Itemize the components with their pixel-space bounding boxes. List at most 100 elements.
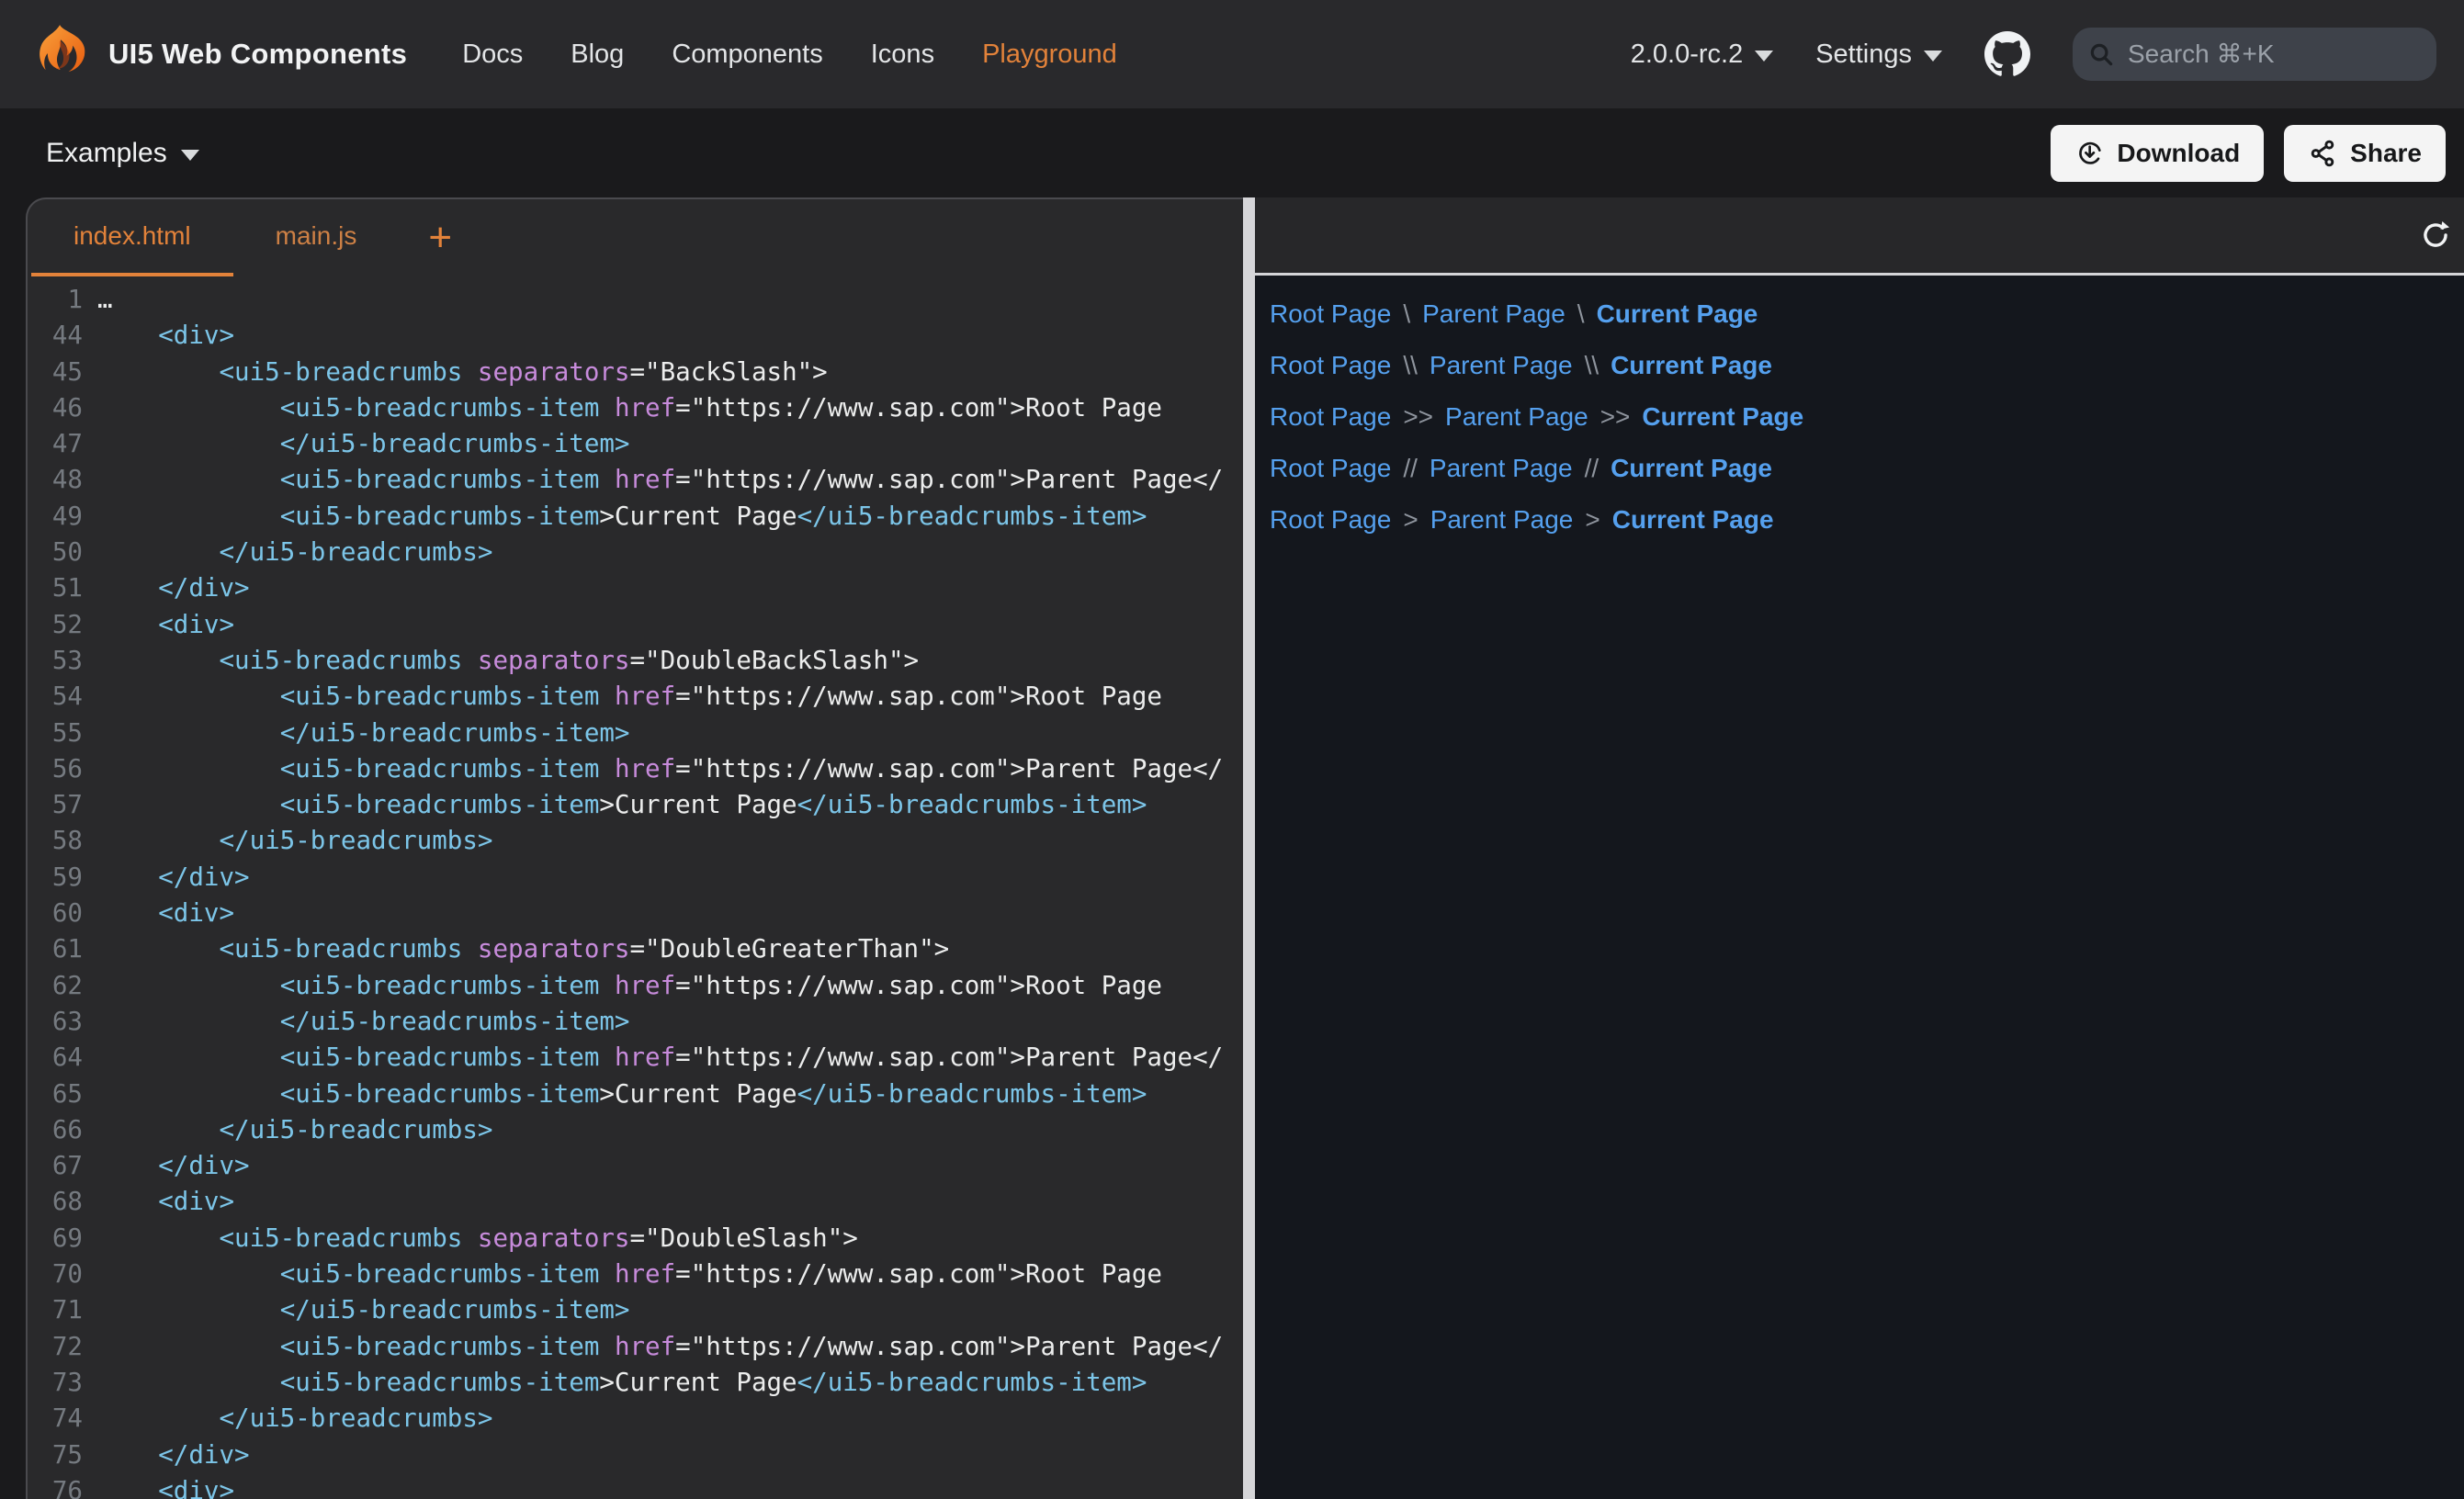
line-number: 62	[28, 968, 83, 1004]
share-button[interactable]: Share	[2284, 125, 2446, 182]
breadcrumb-separator: \	[1577, 299, 1585, 329]
line-number: 61	[28, 931, 83, 967]
code-editor-pane: index.htmlmain.js+ 1…44 <div>45 <ui5-bre…	[26, 197, 1243, 1499]
breadcrumb-separator: \\	[1585, 351, 1599, 380]
line-number: 75	[28, 1437, 83, 1473]
code-line: 57 <ui5-breadcrumbs-item>Current Page</u…	[28, 787, 1243, 823]
nav-item-blog[interactable]: Blog	[571, 39, 624, 70]
line-number: 59	[28, 860, 83, 896]
code-line: 61 <ui5-breadcrumbs separators="DoubleGr…	[28, 931, 1243, 967]
breadcrumb-separator: //	[1585, 454, 1599, 483]
settings-dropdown[interactable]: Settings	[1815, 39, 1942, 70]
breadcrumb-current-page: Current Page	[1642, 402, 1803, 432]
line-number: 72	[28, 1329, 83, 1365]
download-cloud-icon	[2074, 139, 2104, 168]
code-line: 76 <div>	[28, 1473, 1243, 1499]
line-number: 66	[28, 1112, 83, 1148]
examples-dropdown[interactable]: Examples	[46, 138, 199, 169]
version-dropdown[interactable]: 2.0.0-rc.2	[1631, 39, 1774, 70]
line-number: 51	[28, 570, 83, 606]
chevron-down-icon	[181, 150, 199, 161]
playground-main: index.htmlmain.js+ 1…44 <div>45 <ui5-bre…	[0, 197, 2464, 1499]
breadcrumb-separator: //	[1403, 454, 1418, 483]
line-number: 55	[28, 716, 83, 751]
download-label: Download	[2117, 139, 2240, 168]
breadcrumbs-row: Root Page\\Parent Page\\Current Page	[1270, 340, 2464, 391]
github-link[interactable]	[1984, 31, 2030, 77]
brand-home-link[interactable]: UI5 Web Components	[28, 23, 407, 85]
nav-item-playground[interactable]: Playground	[982, 39, 1117, 70]
settings-label: Settings	[1815, 39, 1912, 70]
code-line: 44 <div>	[28, 318, 1243, 354]
breadcrumb-link[interactable]: Parent Page	[1422, 299, 1565, 329]
line-number: 57	[28, 787, 83, 823]
line-number: 48	[28, 462, 83, 498]
code-line: 59 </div>	[28, 860, 1243, 896]
search-input[interactable]	[2126, 39, 2422, 70]
code-line: 60 <div>	[28, 896, 1243, 931]
code-line: 66 </ui5-breadcrumbs>	[28, 1112, 1243, 1148]
breadcrumbs-row: Root Page \ Parent Page \ Current Page	[1270, 288, 2464, 340]
breadcrumb-link[interactable]: Root Page	[1270, 402, 1391, 432]
line-number: 50	[28, 535, 83, 570]
code-line: 72 <ui5-breadcrumbs-item href="https://w…	[28, 1329, 1243, 1365]
tab-index.html[interactable]: index.html	[31, 199, 233, 276]
ui5-phoenix-logo-icon	[28, 23, 90, 85]
line-number: 70	[28, 1257, 83, 1292]
code-line: 69 <ui5-breadcrumbs separators="DoubleSl…	[28, 1221, 1243, 1257]
breadcrumb-link[interactable]: Parent Page	[1430, 454, 1573, 483]
code-line: 55 </ui5-breadcrumbs-item>	[28, 716, 1243, 751]
line-number: 74	[28, 1401, 83, 1437]
code-line: 64 <ui5-breadcrumbs-item href="https://w…	[28, 1040, 1243, 1076]
refresh-button[interactable]	[2420, 220, 2451, 251]
code-line: 48 <ui5-breadcrumbs-item href="https://w…	[28, 462, 1243, 498]
breadcrumb-link[interactable]: Root Page	[1270, 454, 1391, 483]
breadcrumb-link[interactable]: Parent Page	[1445, 402, 1588, 432]
split-resizer-handle[interactable]	[1243, 197, 1255, 1499]
breadcrumb-link[interactable]: Parent Page	[1430, 351, 1573, 380]
line-number: 73	[28, 1365, 83, 1401]
download-button[interactable]: Download	[2051, 125, 2264, 182]
nav-item-docs[interactable]: Docs	[462, 39, 523, 70]
share-label: Share	[2350, 139, 2422, 168]
breadcrumb-separator: \	[1403, 299, 1410, 329]
share-icon	[2308, 139, 2337, 168]
code-line: 75 </div>	[28, 1437, 1243, 1473]
add-tab-button[interactable]: +	[417, 199, 463, 276]
code-line: 70 <ui5-breadcrumbs-item href="https://w…	[28, 1257, 1243, 1292]
code-line: 56 <ui5-breadcrumbs-item href="https://w…	[28, 751, 1243, 787]
breadcrumb-link[interactable]: Root Page	[1270, 505, 1391, 535]
breadcrumb-current-page: Current Page	[1597, 299, 1758, 329]
breadcrumb-link[interactable]: Root Page	[1270, 351, 1391, 380]
line-number: 54	[28, 679, 83, 715]
chevron-down-icon	[1755, 51, 1773, 62]
line-number: 60	[28, 896, 83, 931]
line-number: 53	[28, 643, 83, 679]
code-line: 49 <ui5-breadcrumbs-item>Current Page</u…	[28, 499, 1243, 535]
breadcrumb-link[interactable]: Root Page	[1270, 299, 1391, 329]
code-area[interactable]: 1…44 <div>45 <ui5-breadcrumbs separators…	[28, 276, 1243, 1499]
line-number: 46	[28, 390, 83, 426]
code-line: 67 </div>	[28, 1148, 1243, 1184]
line-number: 76	[28, 1473, 83, 1499]
line-number: 64	[28, 1040, 83, 1076]
code-line: 46 <ui5-breadcrumbs-item href="https://w…	[28, 390, 1243, 426]
examples-label: Examples	[46, 138, 167, 169]
code-line: 50 </ui5-breadcrumbs>	[28, 535, 1243, 570]
breadcrumb-link[interactable]: Parent Page	[1430, 505, 1574, 535]
code-line: 54 <ui5-breadcrumbs-item href="https://w…	[28, 679, 1243, 715]
search-box	[2073, 28, 2436, 81]
nav-item-components[interactable]: Components	[672, 39, 822, 70]
line-number: 67	[28, 1148, 83, 1184]
tab-main.js[interactable]: main.js	[233, 199, 400, 276]
code-line: 53 <ui5-breadcrumbs separators="DoubleBa…	[28, 643, 1243, 679]
breadcrumb-separator: >>	[1600, 402, 1631, 432]
line-number: 63	[28, 1004, 83, 1040]
code-line: 52 <div>	[28, 607, 1243, 643]
nav-item-icons[interactable]: Icons	[871, 39, 934, 70]
line-number: 56	[28, 751, 83, 787]
code-line: 47 </ui5-breadcrumbs-item>	[28, 426, 1243, 462]
code-line: 73 <ui5-breadcrumbs-item>Current Page</u…	[28, 1365, 1243, 1401]
line-number: 58	[28, 823, 83, 859]
code-line: 71 </ui5-breadcrumbs-item>	[28, 1292, 1243, 1328]
